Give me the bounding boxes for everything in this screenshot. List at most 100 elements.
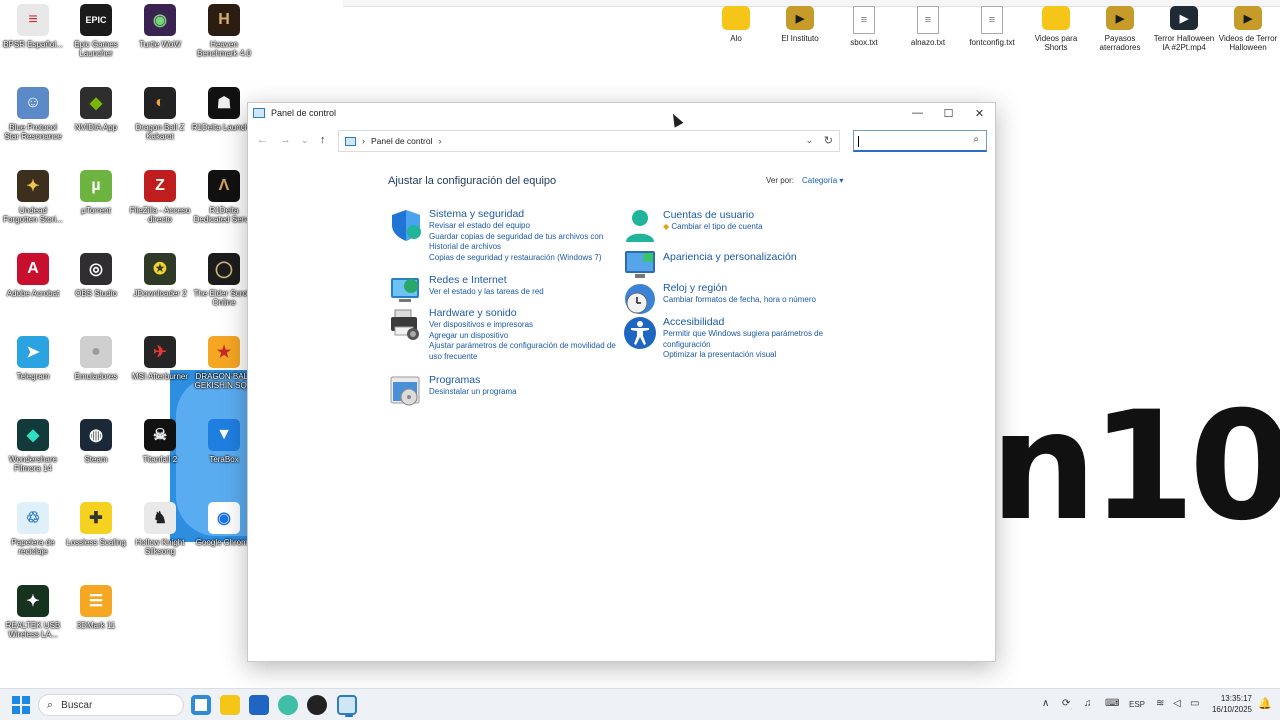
link-backup-restore[interactable]: Copias de seguridad y restauración (Wind… xyxy=(429,253,603,264)
desktop-icon[interactable]: ◎ OBS Studio xyxy=(63,253,129,298)
address-bar[interactable]: › Panel de control › ⌄ ↻ xyxy=(338,130,840,152)
desktop-icon[interactable]: ☺ Blue Protocol Star Resonance xyxy=(0,87,66,141)
desktop-icon[interactable]: ◉ Turtle WoW xyxy=(127,4,193,49)
desktop-icon-label: FileZilla - Acceso directo xyxy=(129,206,191,224)
link-add-device[interactable]: Agregar un dispositivo xyxy=(429,331,616,342)
desktop-icon[interactable]: ☰ 3DMark 11 xyxy=(63,585,129,630)
desktop-icon[interactable]: ◐ Dragon Ball Z Kakarot xyxy=(127,87,193,141)
link-devices-printers[interactable]: Ver dispositivos e impresoras xyxy=(429,320,616,331)
game-taskbar-icon[interactable] xyxy=(307,695,327,715)
desktop-file-label: Payasos aterradores xyxy=(1099,34,1141,52)
desktop-file-icon[interactable]: ▶ Videos de Terror Halloween xyxy=(1215,6,1280,52)
minimize-button[interactable]: — xyxy=(902,103,933,123)
app-icon: ◯ xyxy=(208,253,240,285)
volume-icon[interactable]: ◁ xyxy=(1173,698,1181,709)
close-button[interactable]: ✕ xyxy=(964,103,995,123)
control-panel-taskbar-icon[interactable] xyxy=(337,695,357,717)
desktop-icon[interactable]: ✚ Lossless Scaling xyxy=(63,502,129,547)
show-hidden-icons-chevron[interactable]: ∧ xyxy=(1042,698,1049,709)
breadcrumb-separator[interactable]: › xyxy=(438,136,441,146)
desktop-file-icon[interactable]: ≡ sbox.txt xyxy=(831,6,897,47)
desktop-icon-label: Hollow Knight Silksong xyxy=(135,538,185,556)
network-globe-icon xyxy=(391,278,419,302)
link-uninstall-program[interactable]: Desinstalar un programa xyxy=(429,387,517,398)
windows-start-icon[interactable] xyxy=(12,696,30,714)
desktop-icon[interactable]: ➤ Telegram xyxy=(0,336,66,381)
desktop-file-icon[interactable]: ▶ El Instituto xyxy=(767,6,833,43)
link-optimize-display[interactable]: Optimizar la presentación visual xyxy=(663,350,823,361)
category-title-accessibility[interactable]: Accesibilidad xyxy=(663,316,823,329)
desktop-icon[interactable]: µ µTorrent xyxy=(63,170,129,215)
view-by-dropdown[interactable]: Categoría ▾ xyxy=(802,176,843,185)
file-icon: ▬ xyxy=(722,6,750,30)
desktop-icon[interactable]: ≡ BPSR Español... xyxy=(0,4,66,49)
maximize-button[interactable]: ☐ xyxy=(933,103,964,123)
desktop-icon[interactable]: ♞ Hollow Knight Silksong xyxy=(127,502,193,556)
file-explorer-taskbar-icon[interactable] xyxy=(220,695,240,715)
up-arrow-icon[interactable]: ↑ xyxy=(320,134,326,146)
recent-locations-icon[interactable]: ⌄ xyxy=(301,135,309,146)
link-backup-history[interactable]: Guardar copias de seguridad de tus archi… xyxy=(429,232,603,243)
desktop-icon[interactable]: ☠ Titanfall 2 xyxy=(127,419,193,464)
desktop-icon-label: Emuladores xyxy=(74,372,118,381)
title-bar[interactable]: Panel de control — ☐ ✕ xyxy=(248,103,995,123)
desktop-icon[interactable]: ● Emuladores xyxy=(63,336,129,381)
desktop-icon[interactable]: Z FileZilla - Acceso directo xyxy=(127,170,193,224)
store-taskbar-icon[interactable] xyxy=(249,695,269,715)
desktop-icon[interactable]: ◍ Steam xyxy=(63,419,129,464)
sync-icon[interactable]: ⟳ xyxy=(1062,698,1070,709)
desktop-file-icon[interactable]: ▶ Payasos aterradores xyxy=(1087,6,1153,52)
battery-icon[interactable]: ▭ xyxy=(1190,698,1199,709)
link-mobility-settings-cont[interactable]: uso frecuente xyxy=(429,352,616,363)
desktop-icon[interactable]: ✈ MSI Afterburner xyxy=(127,336,193,381)
desktop-icon[interactable]: EPIC Epic Games Launcher xyxy=(63,4,129,58)
breadcrumb-control-panel[interactable]: Panel de control xyxy=(371,136,432,146)
desktop-icon[interactable]: ♲ Papelera de reciclaje xyxy=(0,502,66,556)
microphone-icon[interactable]: ♫ xyxy=(1084,698,1092,709)
back-arrow-icon[interactable]: ← xyxy=(257,134,268,146)
link-change-account-type[interactable]: ◆ Cambiar el tipo de cuenta xyxy=(663,222,763,233)
desktop-file-icon[interactable]: ▬ Videos para Shorts xyxy=(1023,6,1089,52)
category-title-network[interactable]: Redes e Internet xyxy=(429,274,544,287)
category-title-appearance[interactable]: Apariencia y personalización xyxy=(663,251,797,264)
category-title-system-security[interactable]: Sistema y seguridad xyxy=(429,208,603,221)
category-title-clock-region[interactable]: Reloj y región xyxy=(663,282,816,295)
desktop-icon[interactable]: A Adobe Acrobat xyxy=(0,253,66,298)
desktop-file-icon[interactable]: ≡ alnazo.txt xyxy=(895,6,961,47)
keyboard-icon[interactable]: ⌨ xyxy=(1105,698,1119,709)
language-indicator[interactable]: ESP xyxy=(1129,700,1145,709)
category-title-programs[interactable]: Programas xyxy=(429,374,517,387)
desktop-icon[interactable]: ◆ Wondershare Filmora 14 xyxy=(0,419,66,473)
link-date-formats[interactable]: Cambiar formatos de fecha, hora o número xyxy=(663,295,816,306)
link-suggest-settings[interactable]: Permitir que Windows sugiera parámetros … xyxy=(663,329,823,340)
wifi-icon[interactable]: ≋ xyxy=(1156,698,1164,709)
chrome-taskbar-icon[interactable] xyxy=(191,695,211,715)
desktop-icon[interactable]: ✦ REALTEK USB Wireless LA... xyxy=(0,585,66,639)
refresh-icon[interactable]: ↻ xyxy=(824,134,833,147)
desktop-icon-label: Telegram xyxy=(16,372,50,381)
taskbar-search[interactable]: ⌕ Buscar xyxy=(38,694,184,716)
forward-arrow-icon[interactable]: → xyxy=(280,134,291,146)
link-review-status[interactable]: Revisar el estado del equipo xyxy=(429,221,603,232)
desktop-file-icon[interactable]: ≡ fontconfig.txt xyxy=(959,6,1025,47)
link-suggest-settings-cont[interactable]: configuración xyxy=(663,340,823,351)
app-taskbar-icon[interactable] xyxy=(278,695,298,715)
desktop-file-icon[interactable]: ▬ Alo xyxy=(703,6,769,43)
search-icon[interactable]: ⌕ xyxy=(973,134,979,145)
desktop-icon[interactable]: H Heaven Benchmark 4.0 xyxy=(191,4,257,58)
notification-bell-icon[interactable]: 🔔 xyxy=(1258,697,1272,710)
clock[interactable]: 13:35:17 16/10/2025 xyxy=(1212,693,1252,715)
chevron-down-icon[interactable]: ⌄ xyxy=(805,135,813,146)
desktop-icon[interactable]: ✦ Undead Forgotten Stori... xyxy=(0,170,66,224)
link-backup-history-cont[interactable]: Historial de archivos xyxy=(429,242,603,253)
category-title-user-accounts[interactable]: Cuentas de usuario xyxy=(663,209,763,222)
file-icon: ≡ xyxy=(917,6,939,34)
search-input[interactable]: ⌕ xyxy=(853,130,987,152)
clock-time: 13:35:17 xyxy=(1220,694,1252,703)
desktop-file-icon[interactable]: ▶ Terror Halloween IA #2Pt.mp4 xyxy=(1151,6,1217,52)
desktop-icon[interactable]: ✪ JDownloader 2 xyxy=(127,253,193,298)
desktop-icon[interactable]: ◆ NVIDIA App xyxy=(63,87,129,132)
link-mobility-settings[interactable]: Ajustar parámetros de configuración de m… xyxy=(429,341,616,352)
category-title-hardware[interactable]: Hardware y sonido xyxy=(429,307,616,320)
link-network-status[interactable]: Ver el estado y las tareas de red xyxy=(429,287,544,298)
